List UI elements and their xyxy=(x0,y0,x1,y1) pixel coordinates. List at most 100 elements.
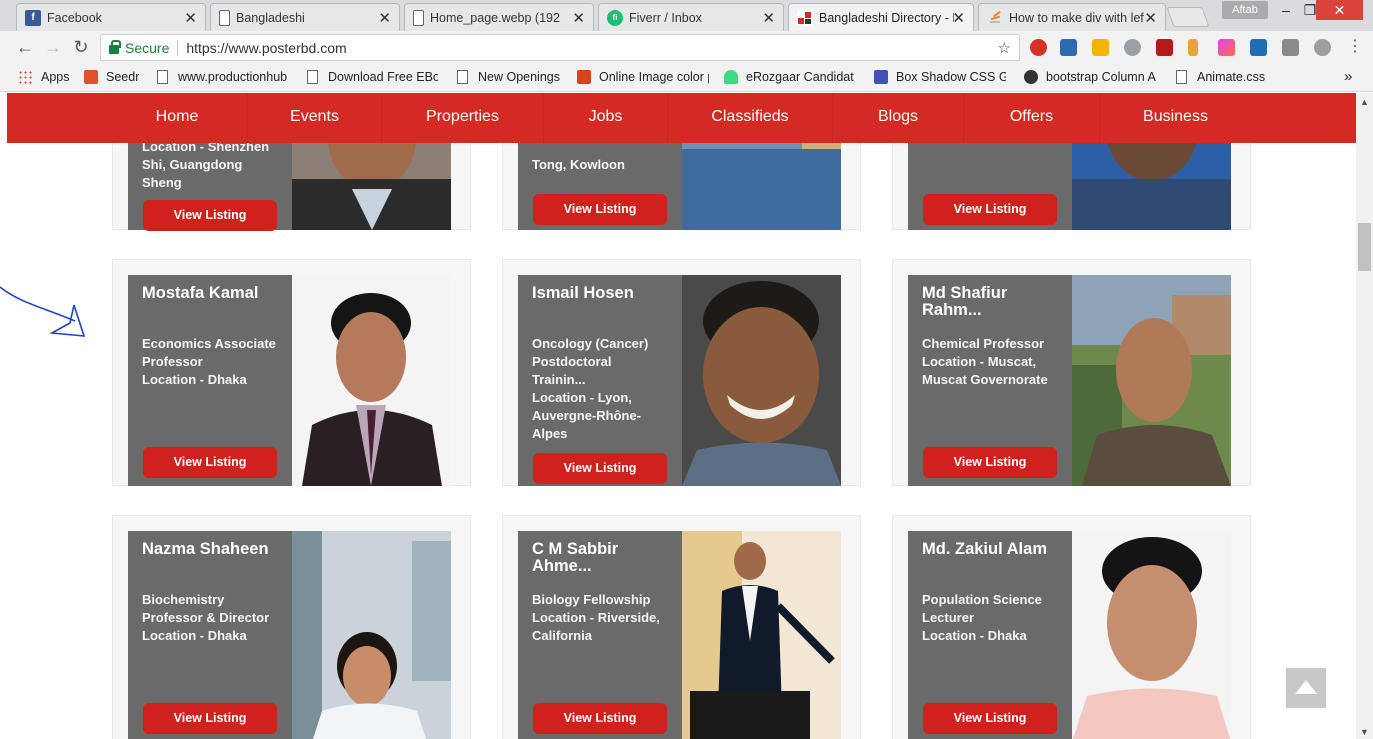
profile-name: Nazma Shaheen xyxy=(142,541,269,558)
view-listing-button[interactable]: View Listing xyxy=(923,703,1057,734)
lock-icon xyxy=(109,39,121,54)
scroll-up-arrow-icon[interactable]: ▲ xyxy=(1360,97,1369,107)
extension-icon[interactable] xyxy=(1124,39,1141,56)
bookmark-animate[interactable]: Animate.css xyxy=(1176,70,1265,84)
close-icon[interactable]: ✕ xyxy=(572,9,585,27)
view-listing-button[interactable]: View Listing xyxy=(143,200,277,231)
nav-business[interactable]: Business xyxy=(1100,93,1251,143)
nav-events[interactable]: Events xyxy=(248,93,382,143)
forward-button[interactable]: → xyxy=(42,37,64,57)
view-listing-button[interactable]: View Listing xyxy=(533,194,667,225)
view-listing-button[interactable]: View Listing xyxy=(143,447,277,478)
profile-card: Nazma Shaheen Biochemistry Professor & D… xyxy=(112,515,471,739)
page-icon xyxy=(413,9,424,26)
tab-title: Home_page.webp (1920 xyxy=(430,10,560,25)
extension-icon[interactable] xyxy=(1060,39,1077,56)
back-button[interactable]: ← xyxy=(14,37,36,57)
page-icon xyxy=(1176,70,1187,84)
close-icon[interactable]: ✕ xyxy=(762,9,775,27)
profile-detail: Location - Muscat, xyxy=(922,354,1037,369)
nav-classifieds[interactable]: Classifieds xyxy=(668,93,833,143)
page-icon xyxy=(307,70,318,84)
reload-button[interactable]: ↻ xyxy=(70,37,92,57)
profile-info-panel: Nazma Shaheen Biochemistry Professor & D… xyxy=(128,531,292,739)
facebook-icon: f xyxy=(25,9,41,26)
bookmark-apps[interactable]: Apps xyxy=(18,70,70,84)
bookmark-star-icon[interactable]: ☆ xyxy=(998,39,1011,57)
profile-detail: Location - Lyon, xyxy=(532,390,632,405)
profile-card: Md Shafiur Rahm... Chemical Professor Lo… xyxy=(892,259,1251,486)
address-bar[interactable]: Secure https://www.posterbd.com ☆ xyxy=(100,34,1020,61)
close-icon[interactable]: ✕ xyxy=(378,9,391,27)
back-to-top-button[interactable] xyxy=(1286,668,1326,708)
bookmark-erozgaar[interactable]: eRozgaar Candidate xyxy=(724,70,854,84)
view-listing-button[interactable]: View Listing xyxy=(923,447,1057,478)
minimize-button[interactable]: – xyxy=(1276,0,1296,20)
tab-bangladeshi-directory[interactable]: Bangladeshi Directory - P ✕ xyxy=(788,3,974,31)
profile-detail: Sheng xyxy=(142,175,182,190)
profile-photo xyxy=(682,275,841,486)
profile-card: Ismail Hosen Oncology (Cancer) Postdocto… xyxy=(502,259,861,486)
tab-title: Bangladeshi Directory - P xyxy=(819,10,954,25)
view-listing-button[interactable]: View Listing xyxy=(533,453,667,484)
stackoverflow-icon xyxy=(987,10,1003,26)
pdf-icon[interactable] xyxy=(1156,39,1173,56)
android-icon xyxy=(724,70,738,84)
tab-home-page[interactable]: Home_page.webp (1920 ✕ xyxy=(404,3,594,31)
page-icon xyxy=(219,9,230,26)
extension-icon[interactable] xyxy=(1250,39,1267,56)
tab-bangladeshi[interactable]: Bangladeshi ✕ xyxy=(210,3,400,31)
page-scrollbar[interactable]: ▲ ▼ xyxy=(1356,93,1373,739)
profile-photo xyxy=(292,275,451,486)
tab-fiverr[interactable]: fi Fiverr / Inbox ✕ xyxy=(598,3,784,31)
extension-icon[interactable] xyxy=(1092,39,1109,56)
bookmark-bootstrap[interactable]: bootstrap Column A xyxy=(1024,70,1156,84)
profile-detail: Professor xyxy=(142,354,203,369)
profile-info-panel: C M Sabbir Ahme... Biology Fellowship Lo… xyxy=(518,531,682,739)
url-text: https://www.posterbd.com xyxy=(186,39,347,56)
extension-icon[interactable] xyxy=(1282,39,1299,56)
bookmark-productionhub[interactable]: www.productionhub xyxy=(157,70,288,84)
extension-icon[interactable] xyxy=(1218,39,1235,56)
bookmarks-overflow-button[interactable]: » xyxy=(1344,68,1352,85)
profile-photo xyxy=(1072,275,1231,486)
nav-home[interactable]: Home xyxy=(107,93,248,143)
close-icon[interactable]: ✕ xyxy=(1144,9,1157,27)
profile-detail: Population Science xyxy=(922,592,1042,607)
extension-icon[interactable] xyxy=(1188,39,1198,56)
nav-offers[interactable]: Offers xyxy=(964,93,1100,143)
nav-jobs[interactable]: Jobs xyxy=(544,93,668,143)
window-close-button[interactable]: ✕ xyxy=(1316,0,1363,20)
view-listing-button[interactable]: View Listing xyxy=(923,194,1057,225)
close-icon[interactable]: ✕ xyxy=(184,9,197,27)
nav-properties[interactable]: Properties xyxy=(382,93,544,143)
globe-icon[interactable] xyxy=(1314,39,1331,56)
profile-button[interactable]: Aftab xyxy=(1222,1,1268,19)
profile-detail: Shi, Guangdong xyxy=(142,157,243,172)
profile-card: Md. Zakiul Alam Population Science Lectu… xyxy=(892,515,1251,739)
tab-strip: f Facebook ✕ Bangladeshi ✕ Home_page.web… xyxy=(0,0,1373,31)
tab-title: Facebook xyxy=(47,10,102,25)
scroll-down-arrow-icon[interactable]: ▼ xyxy=(1360,727,1369,737)
nav-blogs[interactable]: Blogs xyxy=(833,93,964,143)
bookmark-ebooks[interactable]: Download Free EBoo xyxy=(307,70,438,84)
bookmark-box-shadow[interactable]: Box Shadow CSS Ge xyxy=(874,70,1006,84)
bookmark-seedr[interactable]: Seedr xyxy=(84,70,139,84)
view-listing-button[interactable]: View Listing xyxy=(143,703,277,734)
posterbd-icon xyxy=(797,9,813,26)
new-tab-button[interactable] xyxy=(1166,7,1210,27)
fiverr-icon: fi xyxy=(607,9,623,26)
bookmark-image-color[interactable]: Online Image color p xyxy=(577,70,709,84)
extension-icon[interactable] xyxy=(1030,39,1047,56)
tab-stackoverflow[interactable]: How to make div with lef ✕ xyxy=(978,3,1166,31)
profile-card: Mostafa Kamal Economics Associate Profes… xyxy=(112,259,471,486)
scrollbar-thumb[interactable] xyxy=(1358,223,1371,271)
close-icon[interactable]: ✕ xyxy=(952,9,965,27)
bookmark-new-openings[interactable]: New Openings xyxy=(457,70,560,84)
view-listing-button[interactable]: View Listing xyxy=(533,703,667,734)
profile-name: C M Sabbir Ahme... xyxy=(532,541,619,575)
profile-detail: Postdoctoral xyxy=(532,354,612,369)
menu-icon[interactable]: ⋮ xyxy=(1344,37,1366,57)
tab-facebook[interactable]: f Facebook ✕ xyxy=(16,3,206,31)
profile-info-panel: Md. Zakiul Alam Population Science Lectu… xyxy=(908,531,1072,739)
